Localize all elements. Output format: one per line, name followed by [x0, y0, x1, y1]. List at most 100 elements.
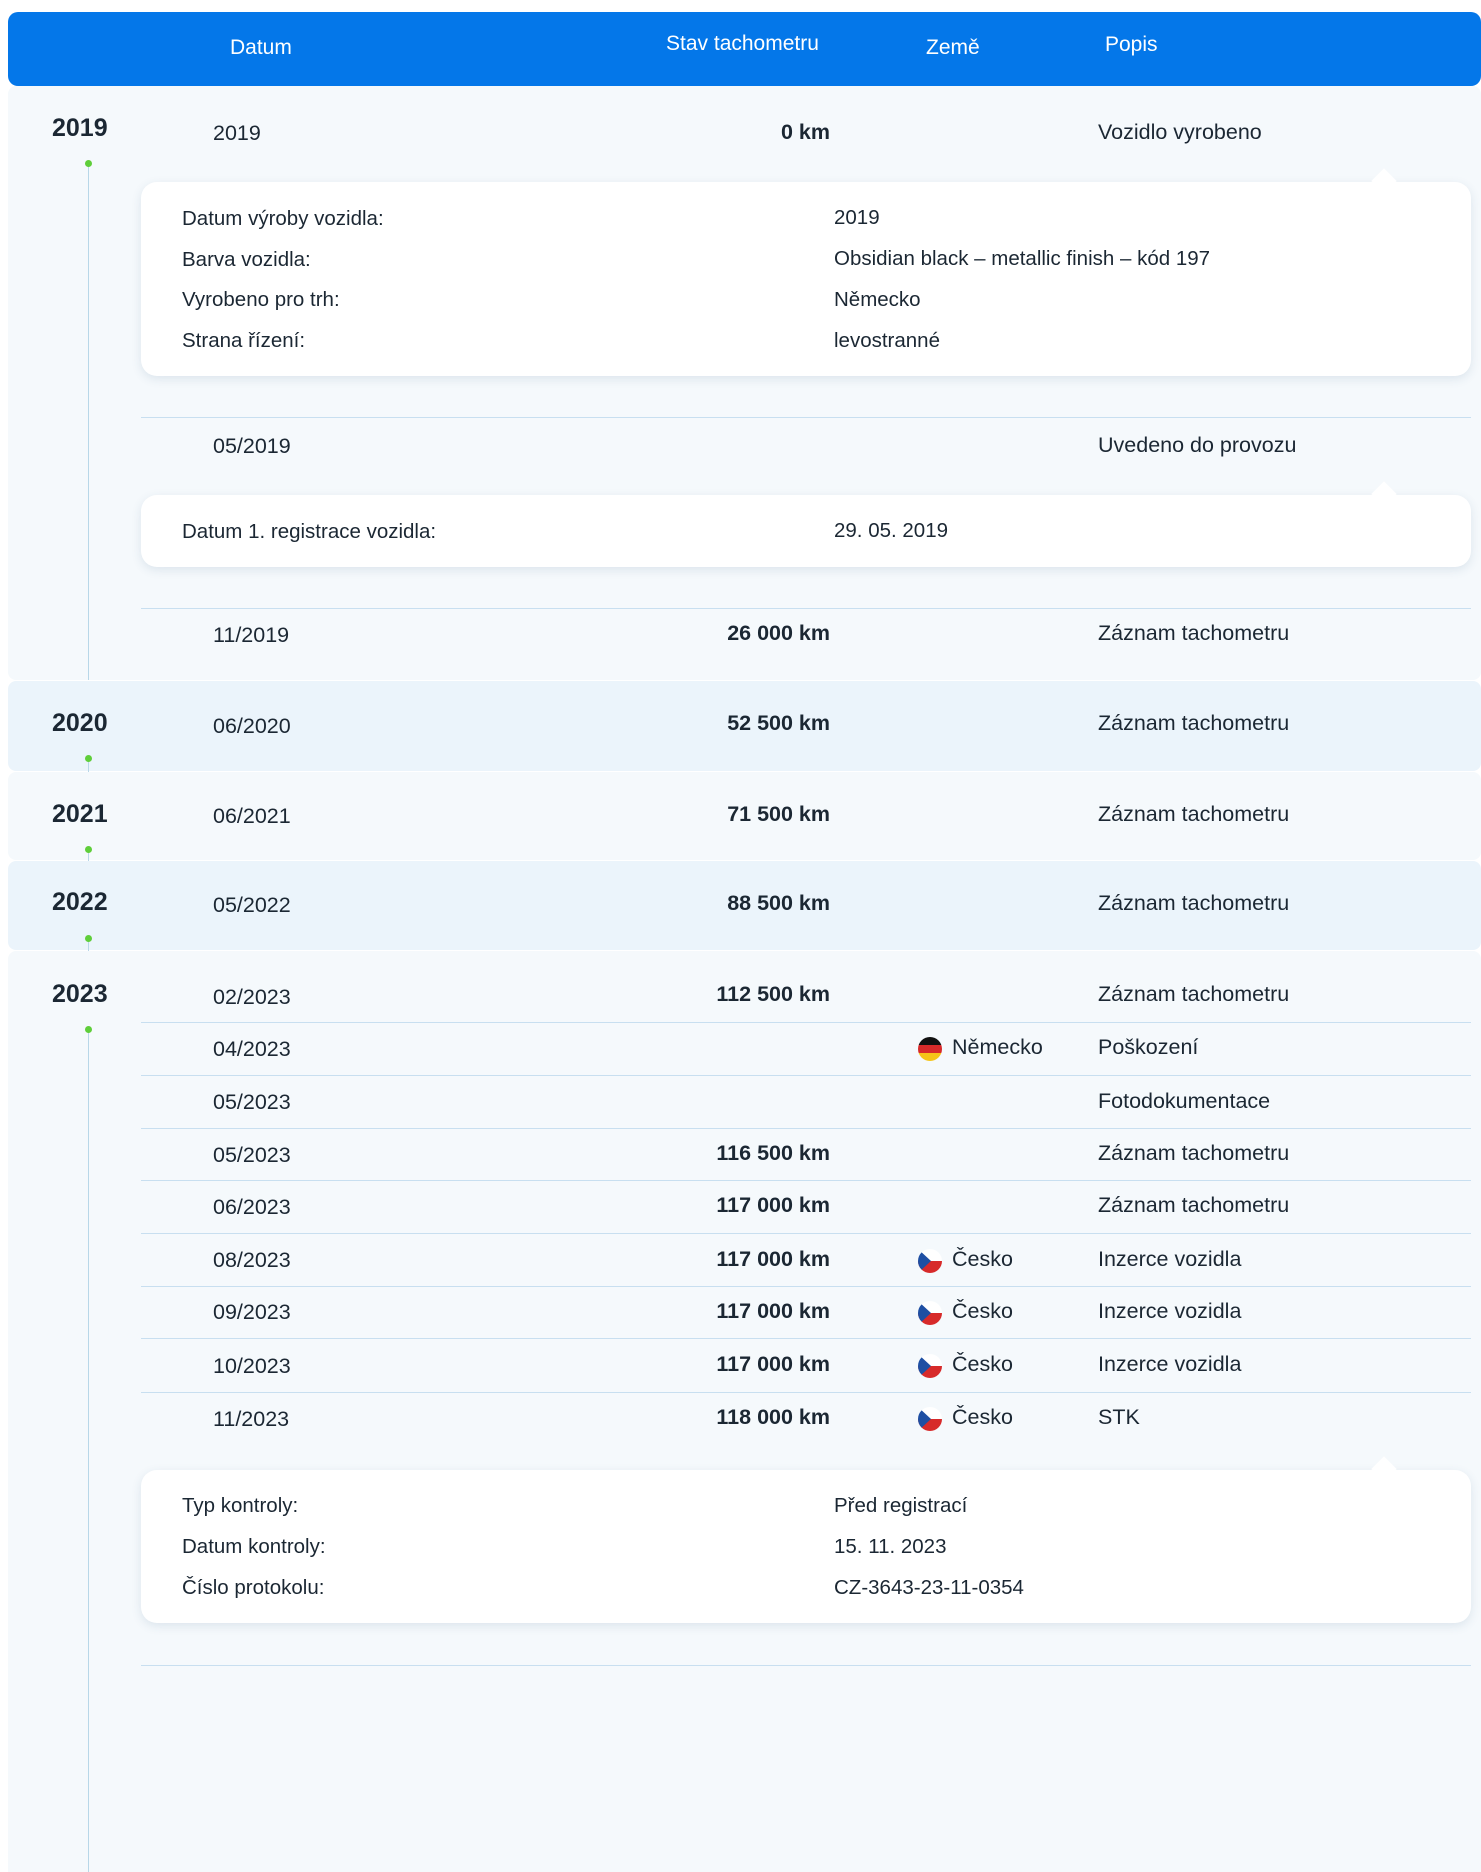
- entry-date: 02/2023: [213, 985, 291, 1009]
- entry-country: Německo: [952, 1035, 1043, 1059]
- detail-label: Číslo protokolu:: [182, 1576, 325, 1599]
- entry-description: Inzerce vozidla: [1098, 1352, 1242, 1376]
- entry-country: Česko: [952, 1247, 1013, 1271]
- entry-description: Inzerce vozidla: [1098, 1247, 1242, 1271]
- entry-odometer: 117 000 km: [716, 1352, 830, 1376]
- entry-country: Česko: [952, 1352, 1013, 1376]
- row-divider: [141, 1233, 1471, 1234]
- entry-description: STK: [1098, 1405, 1140, 1429]
- entry-description: Fotodokumentace: [1098, 1089, 1271, 1113]
- entry-odometer: 116 500 km: [716, 1141, 830, 1165]
- czech-flag-icon: [918, 1301, 942, 1325]
- timeline-line: [88, 166, 89, 680]
- row-divider: [141, 1075, 1471, 1076]
- entry-description: Záznam tachometru: [1098, 1193, 1290, 1217]
- year-label: 2020: [52, 709, 108, 737]
- entry-description: Uvedeno do provozu: [1098, 433, 1297, 457]
- germany-flag-icon: [918, 1037, 942, 1061]
- detail-value: Německo: [834, 288, 921, 311]
- row-divider: [141, 1022, 1471, 1023]
- row-divider: [141, 1286, 1471, 1287]
- entry-date: 08/2023: [213, 1248, 291, 1272]
- year-label: 2023: [52, 980, 108, 1008]
- entry-country: Česko: [952, 1299, 1013, 1323]
- year-label: 2021: [52, 800, 108, 828]
- inspection-details-card: Typ kontroly: Před registrací Datum kont…: [141, 1456, 1471, 1623]
- entry-description: Záznam tachometru: [1098, 621, 1290, 645]
- entry-odometer: 117 000 km: [716, 1193, 830, 1217]
- entry-odometer: 0 km: [780, 120, 830, 144]
- timeline-dot: [85, 160, 92, 167]
- row-divider: [141, 608, 1471, 609]
- detail-value: levostranné: [834, 329, 940, 352]
- entry-date: 06/2021: [213, 804, 291, 828]
- entry-date: 09/2023: [213, 1300, 291, 1324]
- timeline-dot: [85, 1026, 92, 1033]
- entry-description: Záznam tachometru: [1098, 711, 1290, 735]
- row-divider: [141, 1338, 1471, 1339]
- row-divider: [141, 417, 1471, 418]
- year-label: 2019: [52, 114, 108, 142]
- detail-value: CZ-3643-23-11-0354: [834, 1576, 1024, 1599]
- detail-value: 2019: [834, 206, 880, 229]
- row-divider: [141, 1392, 1471, 1393]
- detail-label: Datum 1. registrace vozidla:: [182, 520, 437, 543]
- entry-odometer: 26 000 km: [727, 621, 830, 645]
- entry-description: Vozidlo vyrobeno: [1098, 120, 1262, 144]
- production-details-card: Datum výroby vozidla: 2019 Barva vozidla…: [141, 168, 1471, 376]
- entry-odometer: 117 000 km: [716, 1299, 830, 1323]
- entry-odometer: 88 500 km: [727, 891, 830, 915]
- czech-flag-icon: [918, 1354, 942, 1378]
- entry-odometer: 112 500 km: [716, 982, 830, 1006]
- entry-date: 05/2023: [213, 1090, 291, 1114]
- header-country: Země: [926, 36, 980, 59]
- entry-date: 06/2020: [213, 714, 291, 738]
- entry-date: 05/2022: [213, 893, 291, 917]
- header-description: Popis: [1105, 33, 1158, 56]
- entry-date: 04/2023: [213, 1037, 291, 1061]
- entry-odometer: 118 000 km: [716, 1405, 830, 1429]
- detail-label: Vyrobeno pro trh:: [182, 288, 340, 311]
- entry-date: 2019: [213, 121, 261, 145]
- row-divider: [141, 1180, 1471, 1181]
- year-section-2019: [8, 86, 1481, 680]
- timeline-dot: [85, 935, 92, 942]
- table-header: Datum Stav tachometru Země Popis: [8, 12, 1481, 86]
- entry-country: Česko: [952, 1405, 1013, 1429]
- entry-date: 11/2023: [213, 1407, 290, 1431]
- czech-flag-icon: [918, 1407, 942, 1431]
- entry-odometer: 52 500 km: [727, 711, 830, 735]
- entry-odometer: 117 000 km: [716, 1247, 830, 1271]
- entry-date: 06/2023: [213, 1195, 291, 1219]
- timeline-line: [88, 1027, 89, 1872]
- entry-date: 11/2019: [213, 623, 290, 647]
- timeline-dot: [85, 846, 92, 853]
- detail-label: Datum výroby vozidla:: [182, 207, 384, 230]
- year-label: 2022: [52, 888, 108, 916]
- detail-label: Strana řízení:: [182, 329, 306, 352]
- entry-description: Záznam tachometru: [1098, 891, 1290, 915]
- row-divider: [141, 1128, 1471, 1129]
- entry-description: Záznam tachometru: [1098, 1141, 1290, 1165]
- detail-label: Datum kontroly:: [182, 1535, 326, 1558]
- entry-date: 05/2019: [213, 434, 291, 458]
- row-divider: [141, 1665, 1471, 1666]
- detail-value: 29. 05. 2019: [834, 519, 948, 542]
- detail-label: Typ kontroly:: [182, 1494, 299, 1517]
- czech-flag-icon: [918, 1249, 942, 1273]
- entry-description: Záznam tachometru: [1098, 982, 1290, 1006]
- entry-description: Poškození: [1098, 1035, 1199, 1059]
- detail-label: Barva vozidla:: [182, 248, 311, 271]
- entry-description: Záznam tachometru: [1098, 802, 1290, 826]
- detail-value: Obsidian black – metallic finish – kód 1…: [834, 247, 1211, 270]
- timeline-dot: [85, 755, 92, 762]
- registration-details-card: Datum 1. registrace vozidla: 29. 05. 201…: [141, 481, 1471, 567]
- entry-odometer: 71 500 km: [727, 802, 830, 826]
- entry-date: 10/2023: [213, 1354, 291, 1378]
- entry-date: 05/2023: [213, 1143, 291, 1167]
- detail-value: Před registrací: [834, 1494, 968, 1517]
- header-date: Datum: [230, 36, 292, 59]
- entry-description: Inzerce vozidla: [1098, 1299, 1242, 1323]
- detail-value: 15. 11. 2023: [834, 1535, 947, 1558]
- header-odometer: Stav tachometru: [666, 32, 819, 55]
